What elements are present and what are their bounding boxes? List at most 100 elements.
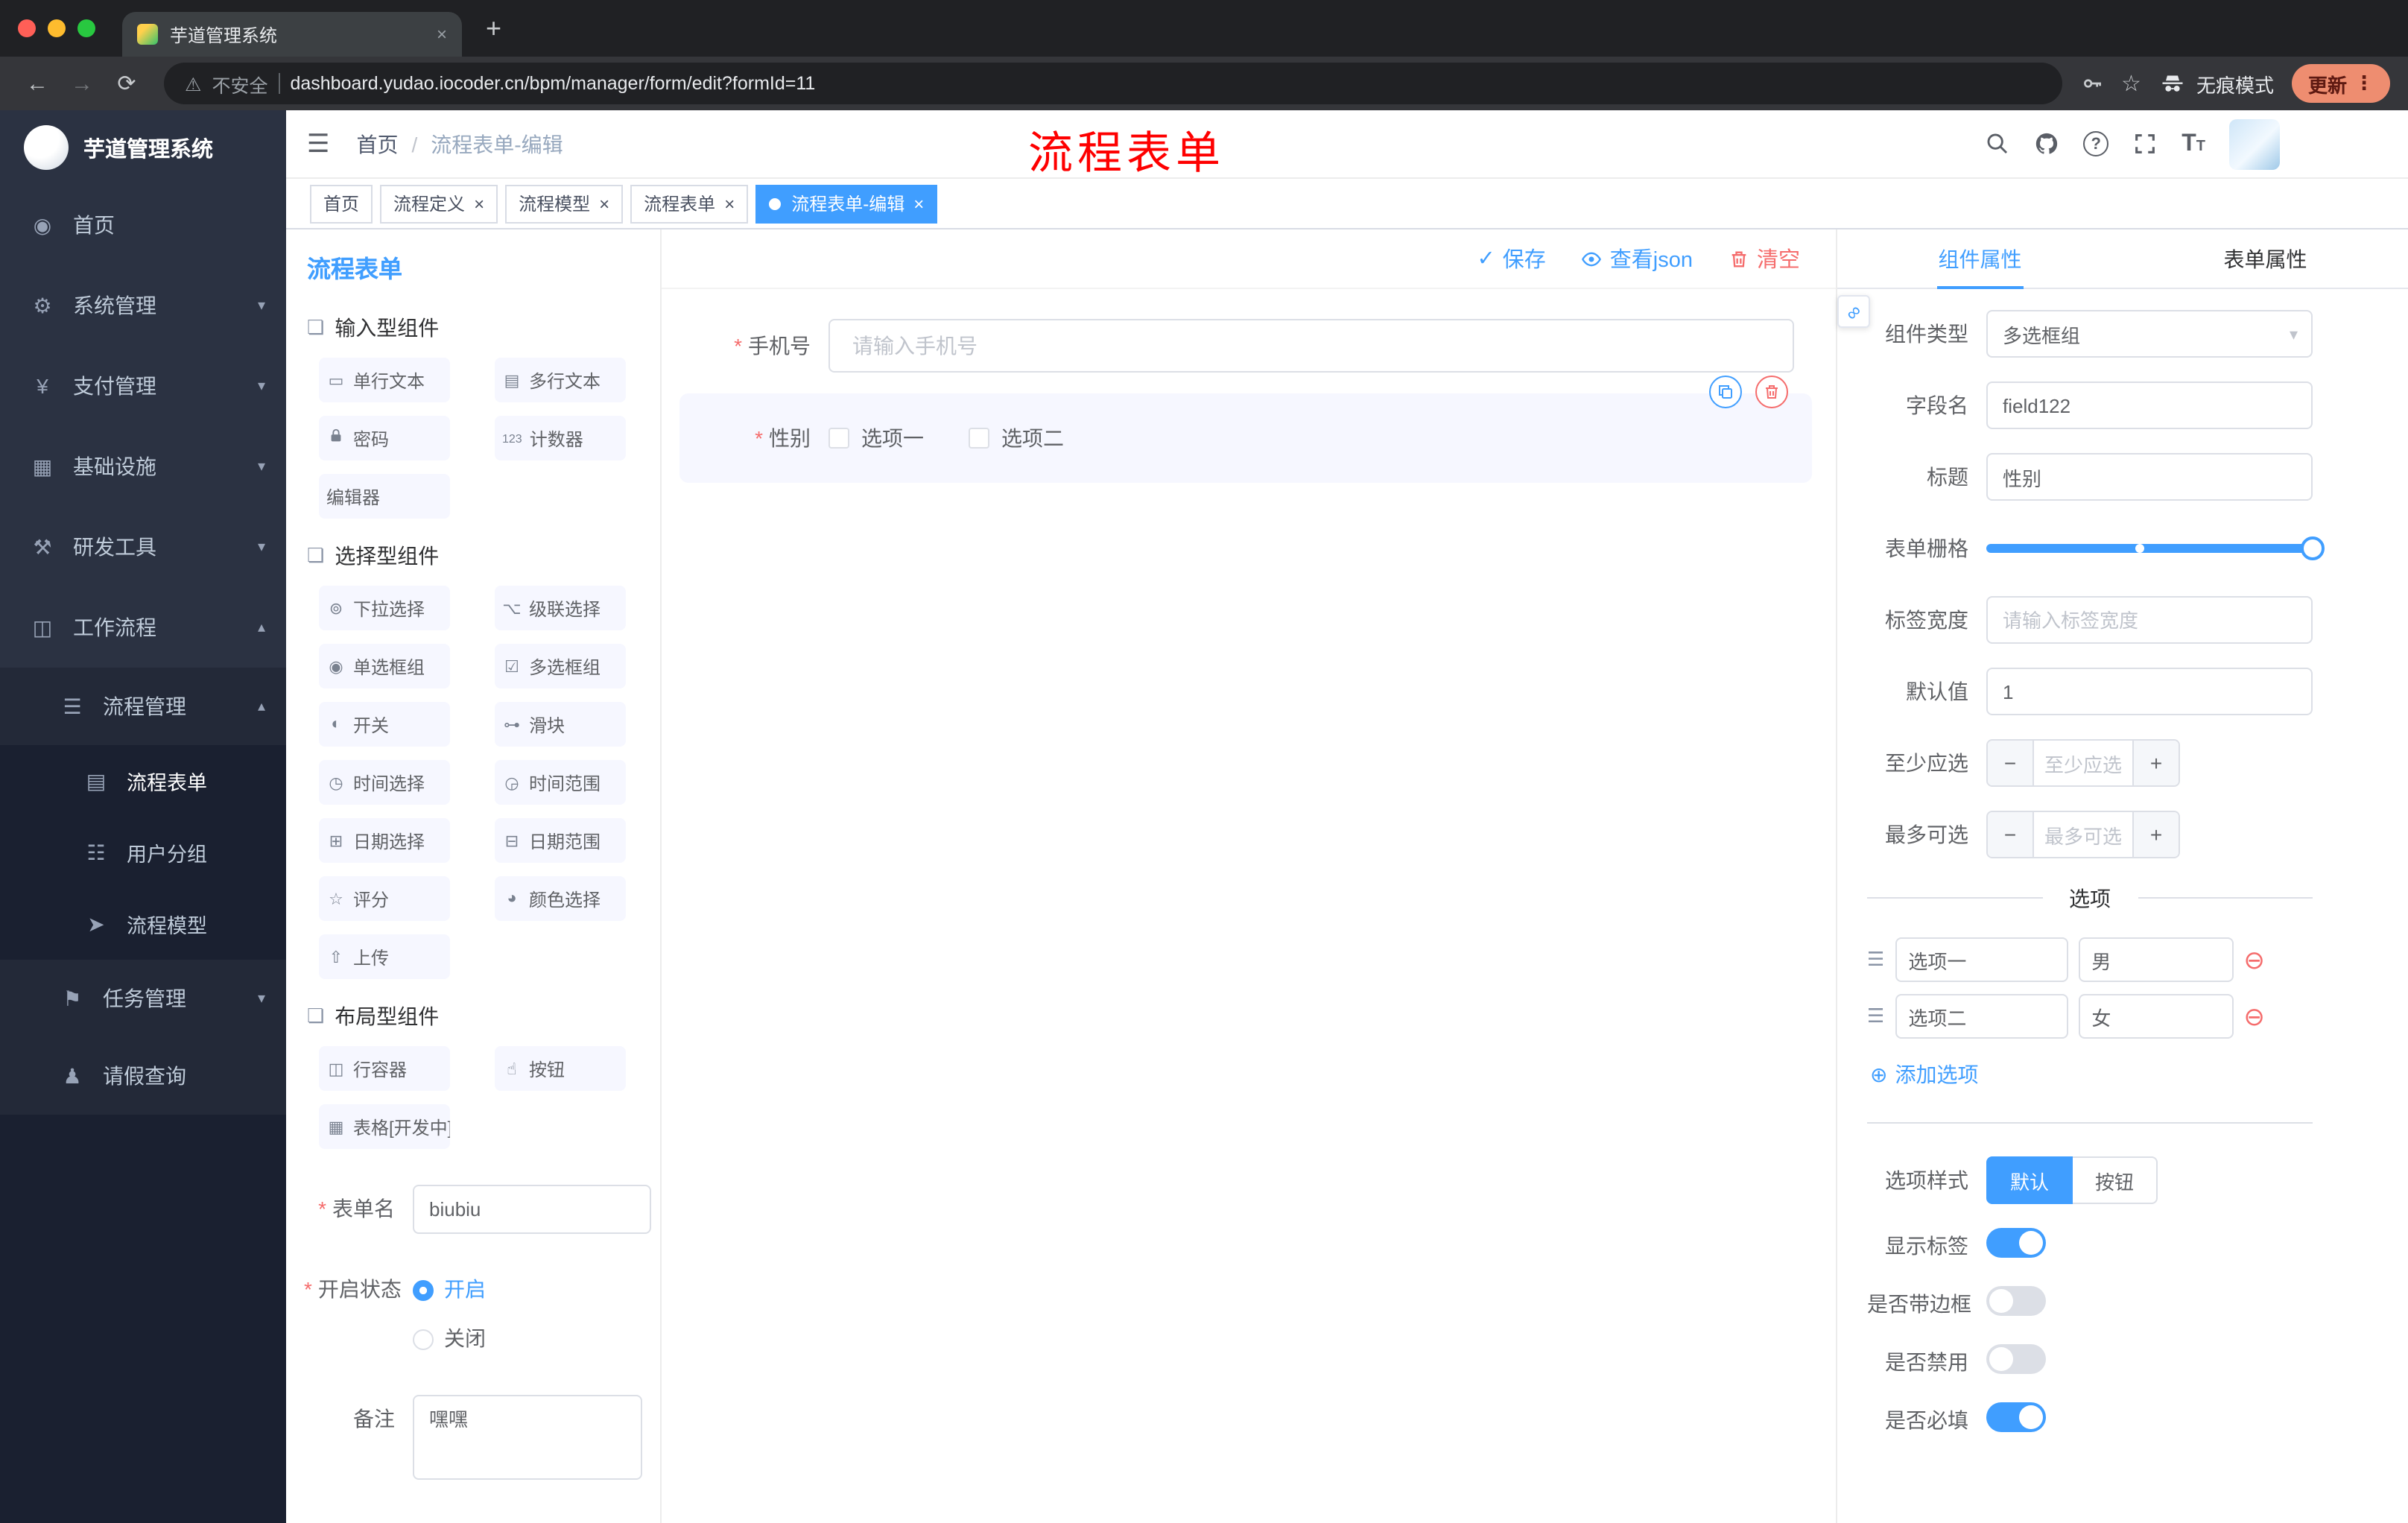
slider-track[interactable]: [1986, 536, 2325, 560]
pal-table[interactable]: ▦ 表格[开发中]: [319, 1104, 450, 1149]
close-icon[interactable]: ×: [913, 193, 924, 214]
option-style-default-button[interactable]: 默认: [1986, 1156, 2073, 1204]
pal-cascader[interactable]: ⌥ 级联选择: [495, 586, 626, 630]
tab-form-props[interactable]: 表单属性: [2123, 229, 2408, 288]
status-on-radio[interactable]: 开启: [413, 1265, 486, 1314]
font-size-icon[interactable]: TT: [2182, 130, 2205, 157]
field-name-input[interactable]: [1986, 381, 2313, 429]
pal-password[interactable]: 密码: [319, 416, 450, 460]
address-bar[interactable]: ⚠ 不安全 dashboard.yudao.iocoder.cn/bpm/man…: [164, 63, 2062, 104]
pal-counter[interactable]: 123 计数器: [495, 416, 626, 460]
sidebar-item-leave-query[interactable]: ♟ 请假查询: [0, 1037, 286, 1115]
sidebar-item-task-management[interactable]: ⚑ 任务管理 ▾: [0, 960, 286, 1037]
grid-slider[interactable]: [1986, 525, 2325, 572]
gender-option-2-checkbox[interactable]: 选项二: [969, 423, 1064, 453]
sidebar-item-workflow[interactable]: ◫ 工作流程 ▴: [0, 587, 286, 668]
pal-switch[interactable]: ◐ 开关: [319, 702, 450, 747]
zoom-window-button[interactable]: [77, 19, 95, 37]
new-tab-button[interactable]: +: [486, 13, 501, 44]
pal-radio-group[interactable]: ◉ 单选框组: [319, 644, 450, 688]
pal-color-picker[interactable]: ◕ 颜色选择: [495, 876, 626, 921]
pal-rate[interactable]: ☆ 评分: [319, 876, 450, 921]
drag-handle-icon[interactable]: ☰: [1867, 1004, 1884, 1028]
search-icon[interactable]: [1985, 131, 2010, 156]
gender-option-1-checkbox[interactable]: 选项一: [828, 423, 924, 453]
pal-button[interactable]: ☝ 按钮: [495, 1046, 626, 1091]
minimize-window-button[interactable]: [48, 19, 66, 37]
back-icon[interactable]: ←: [18, 71, 57, 96]
slider-handle[interactable]: [2301, 536, 2325, 560]
form-name-input[interactable]: [413, 1185, 651, 1234]
pal-row-container[interactable]: ◫ 行容器: [319, 1046, 450, 1091]
forward-icon[interactable]: →: [63, 71, 101, 96]
help-icon[interactable]: ?: [2083, 131, 2109, 156]
save-button[interactable]: ✓ 保存: [1477, 243, 1545, 274]
sidebar-logo[interactable]: 芋道管理系统: [0, 110, 286, 185]
key-icon[interactable]: [2079, 72, 2103, 95]
breadcrumb-home[interactable]: 首页: [357, 129, 399, 159]
status-off-radio[interactable]: 关闭: [413, 1314, 486, 1364]
github-icon[interactable]: [2034, 131, 2059, 156]
sidebar-item-process-form[interactable]: ▤ 流程表单: [0, 745, 286, 817]
phone-input[interactable]: [828, 319, 1794, 373]
decrease-icon[interactable]: −: [1988, 741, 2032, 785]
close-icon[interactable]: ×: [474, 193, 484, 214]
fullscreen-icon[interactable]: [2132, 131, 2158, 156]
browser-tab[interactable]: 芋道管理系统 ×: [122, 12, 462, 57]
copy-component-button[interactable]: [1709, 376, 1742, 408]
tag-process-form-edit[interactable]: 流程表单-编辑 ×: [755, 184, 938, 223]
sidebar-item-user-group[interactable]: ☷ 用户分组: [0, 817, 286, 888]
pal-upload[interactable]: ⇧ 上传: [319, 934, 450, 979]
sidebar-item-home[interactable]: ◉ 首页: [0, 185, 286, 265]
tag-home[interactable]: 首页: [310, 184, 373, 223]
reload-icon[interactable]: ⟳: [107, 70, 146, 97]
remove-option-icon[interactable]: ⊖: [2243, 947, 2265, 972]
pal-textarea[interactable]: ▤ 多行文本: [495, 358, 626, 402]
option-style-button-button[interactable]: 按钮: [2073, 1156, 2158, 1204]
field-phone[interactable]: 手机号: [679, 319, 1812, 373]
close-icon[interactable]: ×: [599, 193, 609, 214]
sidebar-item-process-management[interactable]: ☰ 流程管理 ▴: [0, 668, 286, 745]
option-1-label-input[interactable]: [1895, 937, 2068, 982]
hamburger-icon[interactable]: ☰: [307, 129, 330, 159]
tab-component-props[interactable]: 组件属性: [1837, 229, 2123, 288]
delete-component-button[interactable]: [1755, 376, 1788, 408]
remove-option-icon[interactable]: ⊖: [2243, 1004, 2265, 1029]
component-type-select[interactable]: 多选框组 ▾: [1986, 310, 2313, 358]
max-select-value[interactable]: 最多可选: [2032, 812, 2134, 857]
pal-date-picker[interactable]: ⊞ 日期选择: [319, 818, 450, 863]
drawing-board[interactable]: 手机号 性别 选项一 选项二: [662, 289, 1836, 1523]
drag-handle-icon[interactable]: ☰: [1867, 948, 1884, 972]
pal-time-picker[interactable]: ◷ 时间选择: [319, 760, 450, 805]
tab-close-icon[interactable]: ×: [437, 24, 447, 45]
pal-select[interactable]: ⊚ 下拉选择: [319, 586, 450, 630]
pal-date-range[interactable]: ⊟ 日期范围: [495, 818, 626, 863]
tag-process-form[interactable]: 流程表单 ×: [630, 184, 749, 223]
sidebar-item-infrastructure[interactable]: ▦ 基础设施 ▾: [0, 426, 286, 507]
sidebar-item-payment-management[interactable]: ¥ 支付管理 ▾: [0, 346, 286, 426]
close-window-button[interactable]: [18, 19, 36, 37]
decrease-icon[interactable]: −: [1988, 812, 2032, 857]
close-icon[interactable]: ×: [724, 193, 735, 214]
clear-button[interactable]: 清空: [1729, 243, 1800, 274]
required-toggle[interactable]: [1986, 1402, 2046, 1432]
option-2-label-input[interactable]: [1895, 994, 2068, 1039]
tag-process-model[interactable]: 流程模型 ×: [505, 184, 624, 223]
view-json-button[interactable]: 查看json: [1582, 243, 1693, 274]
option-2-value-input[interactable]: [2078, 994, 2234, 1039]
update-browser-button[interactable]: 更新 ⋮: [2291, 64, 2390, 103]
pal-slider[interactable]: ⊶ 滑块: [495, 702, 626, 747]
user-avatar[interactable]: [2229, 118, 2280, 169]
increase-icon[interactable]: +: [2134, 741, 2179, 785]
sidebar-item-system-management[interactable]: ⚙ 系统管理 ▾: [0, 265, 286, 346]
min-select-value[interactable]: 至少应选: [2032, 741, 2134, 785]
border-toggle[interactable]: [1986, 1286, 2046, 1316]
pal-editor[interactable]: 编辑器: [319, 474, 450, 519]
tag-process-definition[interactable]: 流程定义 ×: [380, 184, 498, 223]
sidebar-item-dev-tools[interactable]: ⚒ 研发工具 ▾: [0, 507, 286, 587]
show-label-toggle[interactable]: [1986, 1228, 2046, 1258]
form-remark-input[interactable]: 嘿嘿: [413, 1395, 642, 1480]
sidebar-item-process-model[interactable]: ➤ 流程模型: [0, 888, 286, 960]
add-option-button[interactable]: ⊕ 添加选项: [1870, 1060, 2313, 1089]
pal-time-range[interactable]: ◶ 时间范围: [495, 760, 626, 805]
